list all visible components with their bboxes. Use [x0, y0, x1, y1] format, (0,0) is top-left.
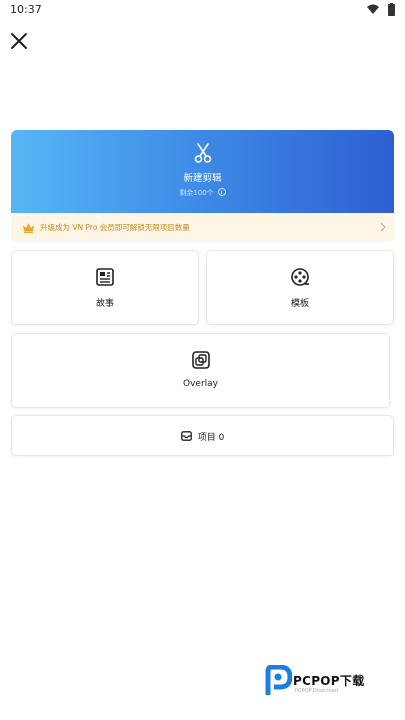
overlay-icon: [191, 351, 210, 369]
story-icon: [96, 268, 114, 286]
close-icon[interactable]: [8, 30, 30, 52]
inbox-icon: [180, 431, 192, 441]
template-label: 模板: [290, 299, 309, 309]
template-button[interactable]: 模板: [206, 250, 394, 325]
film-reel-icon: [291, 268, 309, 286]
story-label: 故事: [95, 299, 114, 309]
overlay-label: Overlay: [183, 379, 218, 389]
info-icon[interactable]: [217, 188, 226, 196]
pcpop-logo: [265, 665, 292, 695]
upgrade-banner[interactable]: 升级成为 VN Pro 会员即可解锁无限项目数量: [11, 213, 394, 242]
projects-row: 项目 0: [12, 430, 393, 443]
status-time: 10:37: [10, 3, 42, 16]
remaining-count: 剩余100个: [179, 189, 214, 197]
overlay-button[interactable]: Overlay: [11, 333, 390, 408]
battery-icon: [388, 4, 395, 16]
new-edit-title: 新建剪辑: [183, 173, 222, 184]
new-edit-remaining: 剩余100个: [11, 188, 394, 198]
upgrade-text: 升级成为 VN Pro 会员即可解锁无限项目数量: [40, 223, 190, 232]
watermark: PCPOP下载 PCPOP Download: [262, 665, 392, 699]
projects-button[interactable]: 项目 0: [11, 415, 394, 456]
scissors-icon: [194, 143, 212, 163]
watermark-brand: PCPOP下载: [293, 674, 365, 688]
wifi-icon: [367, 4, 379, 14]
status-bar: 10:37: [0, 0, 405, 22]
projects-label: 项目 0: [197, 433, 225, 443]
watermark-tagline: PCPOP Download: [295, 688, 338, 694]
status-icons: [367, 3, 395, 16]
story-button[interactable]: 故事: [11, 250, 199, 325]
new-edit-button[interactable]: 新建剪辑 剩余100个: [11, 130, 394, 213]
crown-icon: [23, 223, 34, 233]
chevron-right-icon: [380, 222, 386, 232]
